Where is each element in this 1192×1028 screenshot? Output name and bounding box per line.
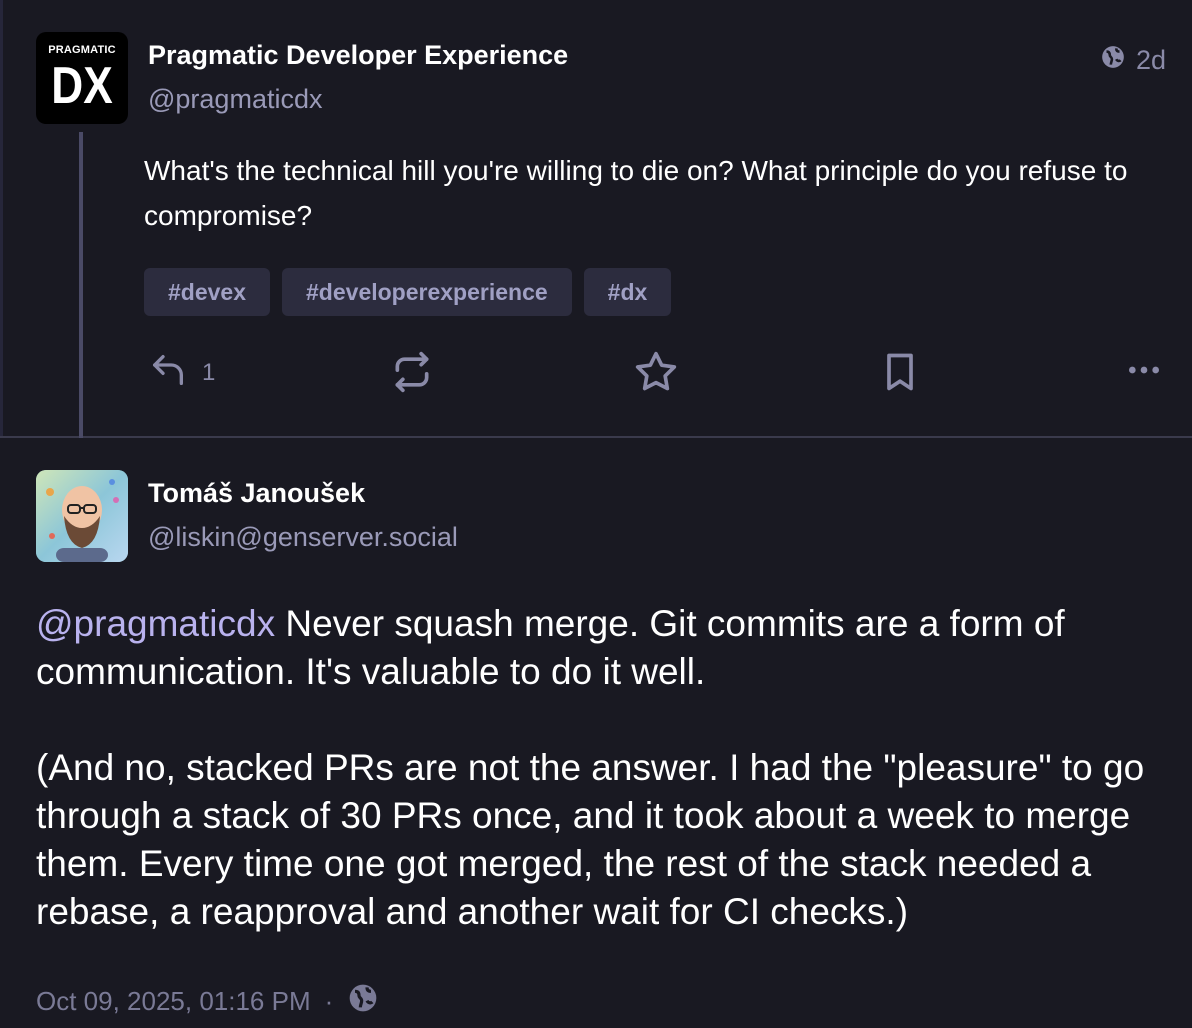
boost-icon <box>390 350 434 399</box>
star-icon <box>634 350 678 399</box>
boost-button[interactable] <box>390 350 434 399</box>
reply-button[interactable]: 1 <box>148 350 215 395</box>
relative-time[interactable]: 2d <box>1136 45 1166 76</box>
original-post[interactable]: PRAGMATIC DX Pragmatic Developer Experie… <box>0 0 1192 438</box>
post-meta[interactable]: 2d <box>1100 44 1166 77</box>
hashtag-list: #devex #developerexperience #dx <box>144 268 672 316</box>
separator: · <box>324 986 334 1016</box>
content-paragraph: (And no, stacked PRs are not the answer.… <box>36 747 1145 932</box>
reply-count: 1 <box>202 358 216 386</box>
avatar[interactable] <box>36 470 128 562</box>
globe-icon <box>347 982 379 1021</box>
more-button[interactable] <box>1124 350 1164 395</box>
content-paragraph: @pragmaticdx Never squash merge. Git com… <box>36 600 1176 696</box>
thread-line <box>79 132 83 438</box>
bookmark-button[interactable] <box>878 350 922 399</box>
avatar[interactable]: PRAGMATIC DX <box>36 32 128 124</box>
hashtag[interactable]: #developerexperience <box>282 268 572 316</box>
avatar-logo-big-text: DX <box>51 57 113 115</box>
globe-icon <box>1100 44 1126 77</box>
favourite-button[interactable] <box>634 350 678 399</box>
mention-link[interactable]: @pragmaticdx <box>36 603 275 644</box>
author-display-name[interactable]: Tomáš Janoušek <box>148 478 365 509</box>
more-icon <box>1124 350 1164 395</box>
post-footer: Oct 09, 2025, 01:16 PM · <box>36 982 379 1021</box>
reply-icon <box>148 350 188 395</box>
author-display-name[interactable]: Pragmatic Developer Experience <box>148 40 568 71</box>
post-content: What's the technical hill you're willing… <box>144 155 1128 231</box>
author-handle[interactable]: @liskin@genserver.social <box>148 522 458 553</box>
hashtag[interactable]: #dx <box>583 268 672 316</box>
timestamp[interactable]: Oct 09, 2025, 01:16 PM <box>36 986 311 1017</box>
author-handle[interactable]: @pragmaticdx <box>148 84 322 115</box>
post-content: @pragmaticdx Never squash merge. Git com… <box>36 600 1176 936</box>
bookmark-icon <box>878 350 922 399</box>
hashtag[interactable]: #devex <box>144 268 271 316</box>
avatar-logo-small-text: PRAGMATIC <box>48 44 116 56</box>
